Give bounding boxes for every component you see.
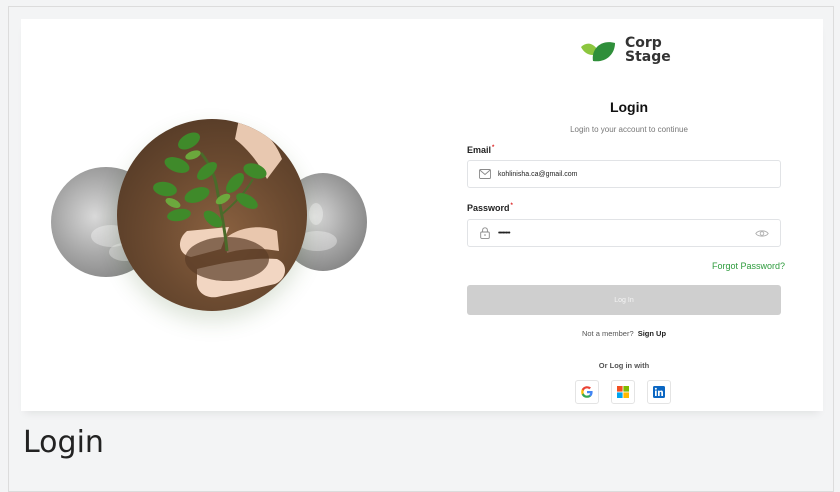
microsoft-login-button[interactable]	[611, 380, 635, 404]
signup-prompt: Not a member? Sign Up	[467, 329, 781, 338]
leaf-logo-icon	[581, 42, 615, 62]
page-title: Login	[609, 99, 649, 115]
mail-icon	[478, 167, 492, 181]
required-mark: *	[492, 145, 495, 151]
signup-link[interactable]: Sign Up	[638, 329, 666, 338]
required-mark: *	[510, 203, 513, 209]
password-label: Password*	[467, 203, 513, 213]
password-field[interactable]: ••••••••	[467, 219, 781, 247]
login-button[interactable]: Log In	[467, 285, 781, 315]
hero-illustration	[21, 19, 461, 411]
brand-logo: Corp Stage	[579, 33, 671, 67]
page-caption: Login	[23, 425, 104, 460]
eye-icon[interactable]	[754, 226, 770, 240]
google-login-button[interactable]	[575, 380, 599, 404]
linkedin-icon	[653, 386, 665, 398]
google-icon	[581, 386, 593, 398]
email-label: Email*	[467, 145, 495, 155]
microsoft-icon	[617, 386, 629, 398]
email-field[interactable]: kohlinisha.ca@gmail.com	[467, 160, 781, 188]
linkedin-login-button[interactable]	[647, 380, 671, 404]
page-frame: Corp Stage Login Login to your account t…	[8, 6, 834, 492]
social-login-buttons	[575, 380, 671, 404]
email-value: kohlinisha.ca@gmail.com	[498, 170, 578, 178]
main-photo-plant	[117, 119, 307, 311]
password-value: ••••••••	[498, 229, 511, 237]
brand-name-line1: Corp	[625, 35, 662, 51]
brand-name-line2: Stage	[625, 49, 671, 65]
page-subtitle: Login to your account to continue	[570, 125, 688, 134]
lock-icon	[478, 226, 492, 240]
login-form: Corp Stage Login Login to your account t…	[467, 19, 791, 411]
login-card: Corp Stage Login Login to your account t…	[21, 19, 823, 411]
social-login-heading: Or Log in with	[598, 361, 650, 370]
signup-prompt-text: Not a member?	[581, 329, 634, 338]
forgot-password-link[interactable]: Forgot Password?	[712, 261, 785, 271]
